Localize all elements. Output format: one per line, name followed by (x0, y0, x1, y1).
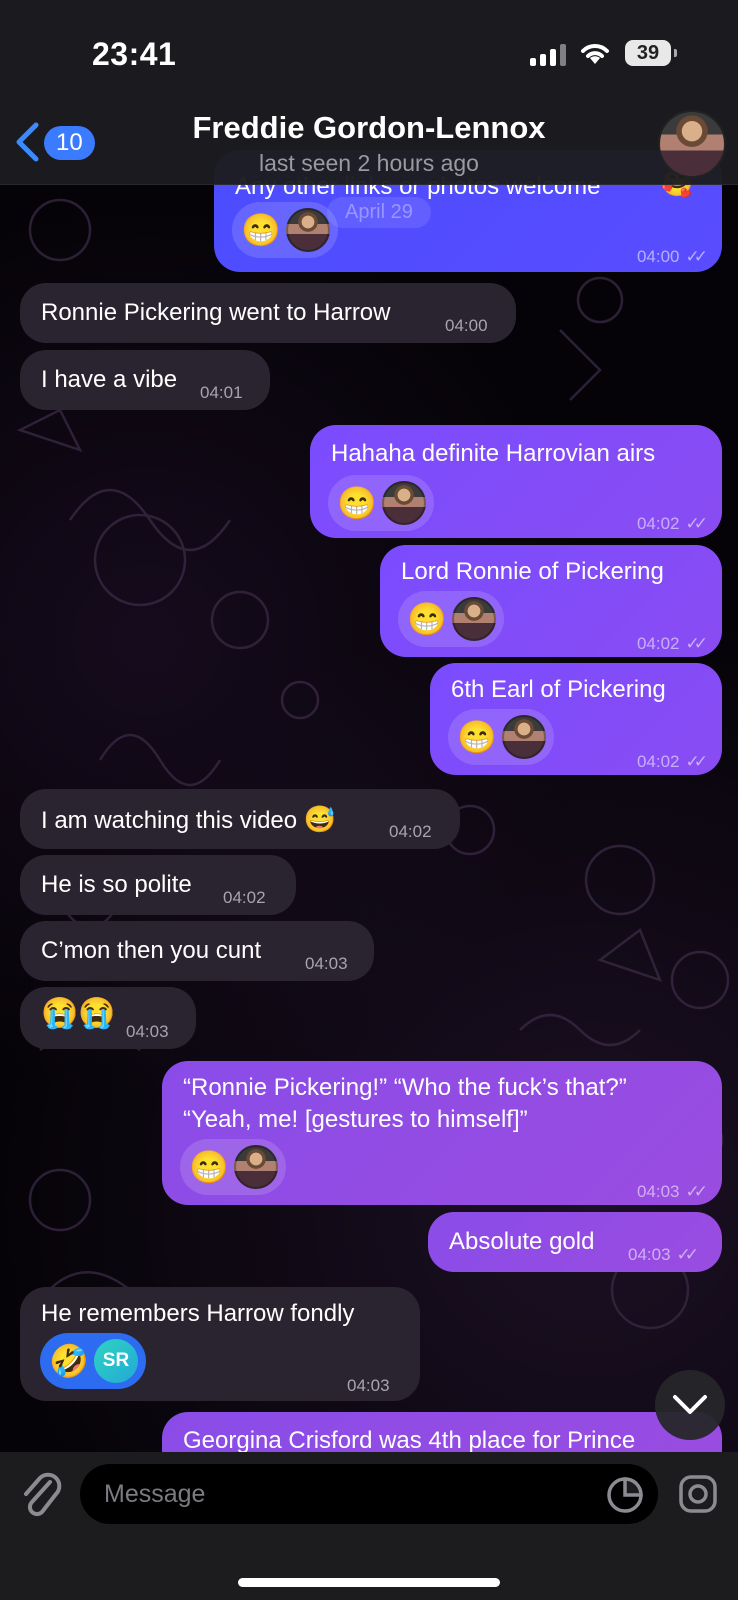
message-time: 04:02 (389, 822, 432, 841)
sticker-icon[interactable] (606, 1476, 644, 1514)
top-bar: 23:41 39 10 Freddie Gordon-Lennox last s… (0, 0, 738, 185)
status-time: 23:41 (92, 36, 177, 72)
message-time: 04:00 (445, 316, 488, 335)
message-incoming[interactable]: Ronnie Pickering went to Harrow 04:00 (20, 283, 516, 343)
message-time: 04:03 ✓✓ (628, 1240, 699, 1270)
grinning-emoji-reaction: 😁 (241, 212, 281, 248)
message-text: He remembers Harrow fondly (41, 1300, 355, 1327)
message-text: 6th Earl of Pickering (451, 676, 666, 703)
reactor-avatar: SR (94, 1339, 138, 1383)
message-incoming[interactable]: 😭😭 04:03 (20, 987, 196, 1049)
wifi-icon (581, 44, 609, 64)
reactor-avatar (502, 715, 546, 759)
double-check-icon: ✓✓ (676, 1245, 699, 1264)
double-check-icon: ✓✓ (685, 247, 708, 266)
message-incoming[interactable]: He remembers Harrow fondly 🤣 SR 04:03 (20, 1287, 420, 1401)
grinning-emoji-reaction: 😁 (407, 601, 447, 637)
double-check-icon: ✓✓ (685, 634, 708, 653)
battery-icon: 39 (625, 40, 677, 66)
reaction-pill[interactable]: 🤣 SR (40, 1333, 146, 1389)
message-outgoing[interactable]: 6th Earl of Pickering 😁 04:02 ✓✓ (430, 663, 722, 775)
message-incoming[interactable]: He is so polite 04:02 (20, 855, 296, 915)
reactor-avatar (234, 1145, 278, 1189)
scroll-to-bottom-button[interactable] (655, 1370, 725, 1440)
message-text: Absolute gold (449, 1228, 595, 1255)
message-text: He is so polite (41, 871, 192, 898)
sweat-smile-emoji: 😅 (303, 804, 337, 834)
double-check-icon: ✓✓ (685, 514, 708, 533)
date-pill: April 29 (327, 197, 431, 228)
chevron-down-icon (673, 1395, 707, 1414)
grinning-emoji-reaction: 😁 (189, 1149, 229, 1185)
contact-avatar[interactable] (658, 110, 726, 178)
message-input[interactable] (80, 1464, 658, 1524)
message-time: 04:00 ✓✓ (637, 242, 708, 272)
message-text: I have a vibe (41, 366, 178, 393)
message-incoming[interactable]: I have a vibe 04:01 (20, 350, 270, 410)
double-check-icon: ✓✓ (685, 1182, 708, 1201)
message-time: 04:02 (223, 888, 266, 907)
message-incoming[interactable]: C’mon then you cunt 04:03 (20, 921, 374, 981)
rofl-emoji-reaction: 🤣 (49, 1343, 89, 1379)
message-time: 04:03 ✓✓ (637, 1177, 708, 1207)
grinning-emoji-reaction: 😁 (337, 485, 377, 521)
grinning-emoji-reaction: 😁 (457, 719, 497, 755)
message-outgoing[interactable]: “Ronnie Pickering!” “Who the fuck’s that… (162, 1061, 722, 1205)
paperclip-icon[interactable] (20, 1472, 64, 1522)
message-incoming[interactable]: I am watching this video 😅 04:02 (20, 789, 460, 849)
camera-icon[interactable] (678, 1474, 718, 1514)
message-text-line: “Ronnie Pickering!” “Who the fuck’s that… (183, 1074, 627, 1101)
message-text: Ronnie Pickering went to Harrow (41, 299, 391, 326)
message-time: 04:01 (200, 383, 243, 402)
double-check-icon: ✓✓ (685, 752, 708, 771)
reaction-pill[interactable]: 😁 (180, 1139, 286, 1195)
home-indicator (238, 1578, 500, 1587)
message-text: I am watching this video 😅 (41, 804, 337, 834)
reactor-avatar (452, 597, 496, 641)
message-time: 04:02 ✓✓ (637, 509, 708, 539)
last-seen-status: last seen 2 hours ago (259, 150, 479, 176)
message-time: 04:02 ✓✓ (637, 747, 708, 777)
message-time: 04:02 ✓✓ (637, 629, 708, 659)
message-time: 04:03 (126, 1022, 169, 1041)
reaction-pill[interactable]: 😁 (232, 202, 338, 258)
message-text: Hahaha definite Harrovian airs (331, 440, 656, 467)
message-text-line: “Yeah, me! [gestures to himself]” (183, 1106, 528, 1133)
message-time: 04:03 (347, 1376, 390, 1395)
message-outgoing[interactable]: Lord Ronnie of Pickering 😁 04:02 ✓✓ (380, 545, 722, 657)
reactor-avatar (286, 208, 330, 252)
reaction-pill[interactable]: 😁 (328, 475, 434, 531)
message-outgoing[interactable]: Hahaha definite Harrovian airs 😁 04:02 ✓✓ (310, 425, 722, 538)
message-text: C’mon then you cunt (41, 937, 262, 964)
cellular-signal-icon (530, 44, 566, 66)
crying-emoji-message: 😭😭 (41, 997, 116, 1030)
message-time: 04:03 (305, 954, 348, 973)
reaction-pill[interactable]: 😁 (448, 709, 554, 765)
reactor-avatar (382, 481, 426, 525)
message-text: Lord Ronnie of Pickering (401, 558, 664, 585)
chat-title[interactable]: Freddie Gordon-Lennox (0, 110, 738, 146)
composer-bar (0, 1452, 738, 1600)
message-outgoing[interactable]: Absolute gold 04:03 ✓✓ (428, 1212, 722, 1272)
reaction-pill[interactable]: 😁 (398, 591, 504, 647)
